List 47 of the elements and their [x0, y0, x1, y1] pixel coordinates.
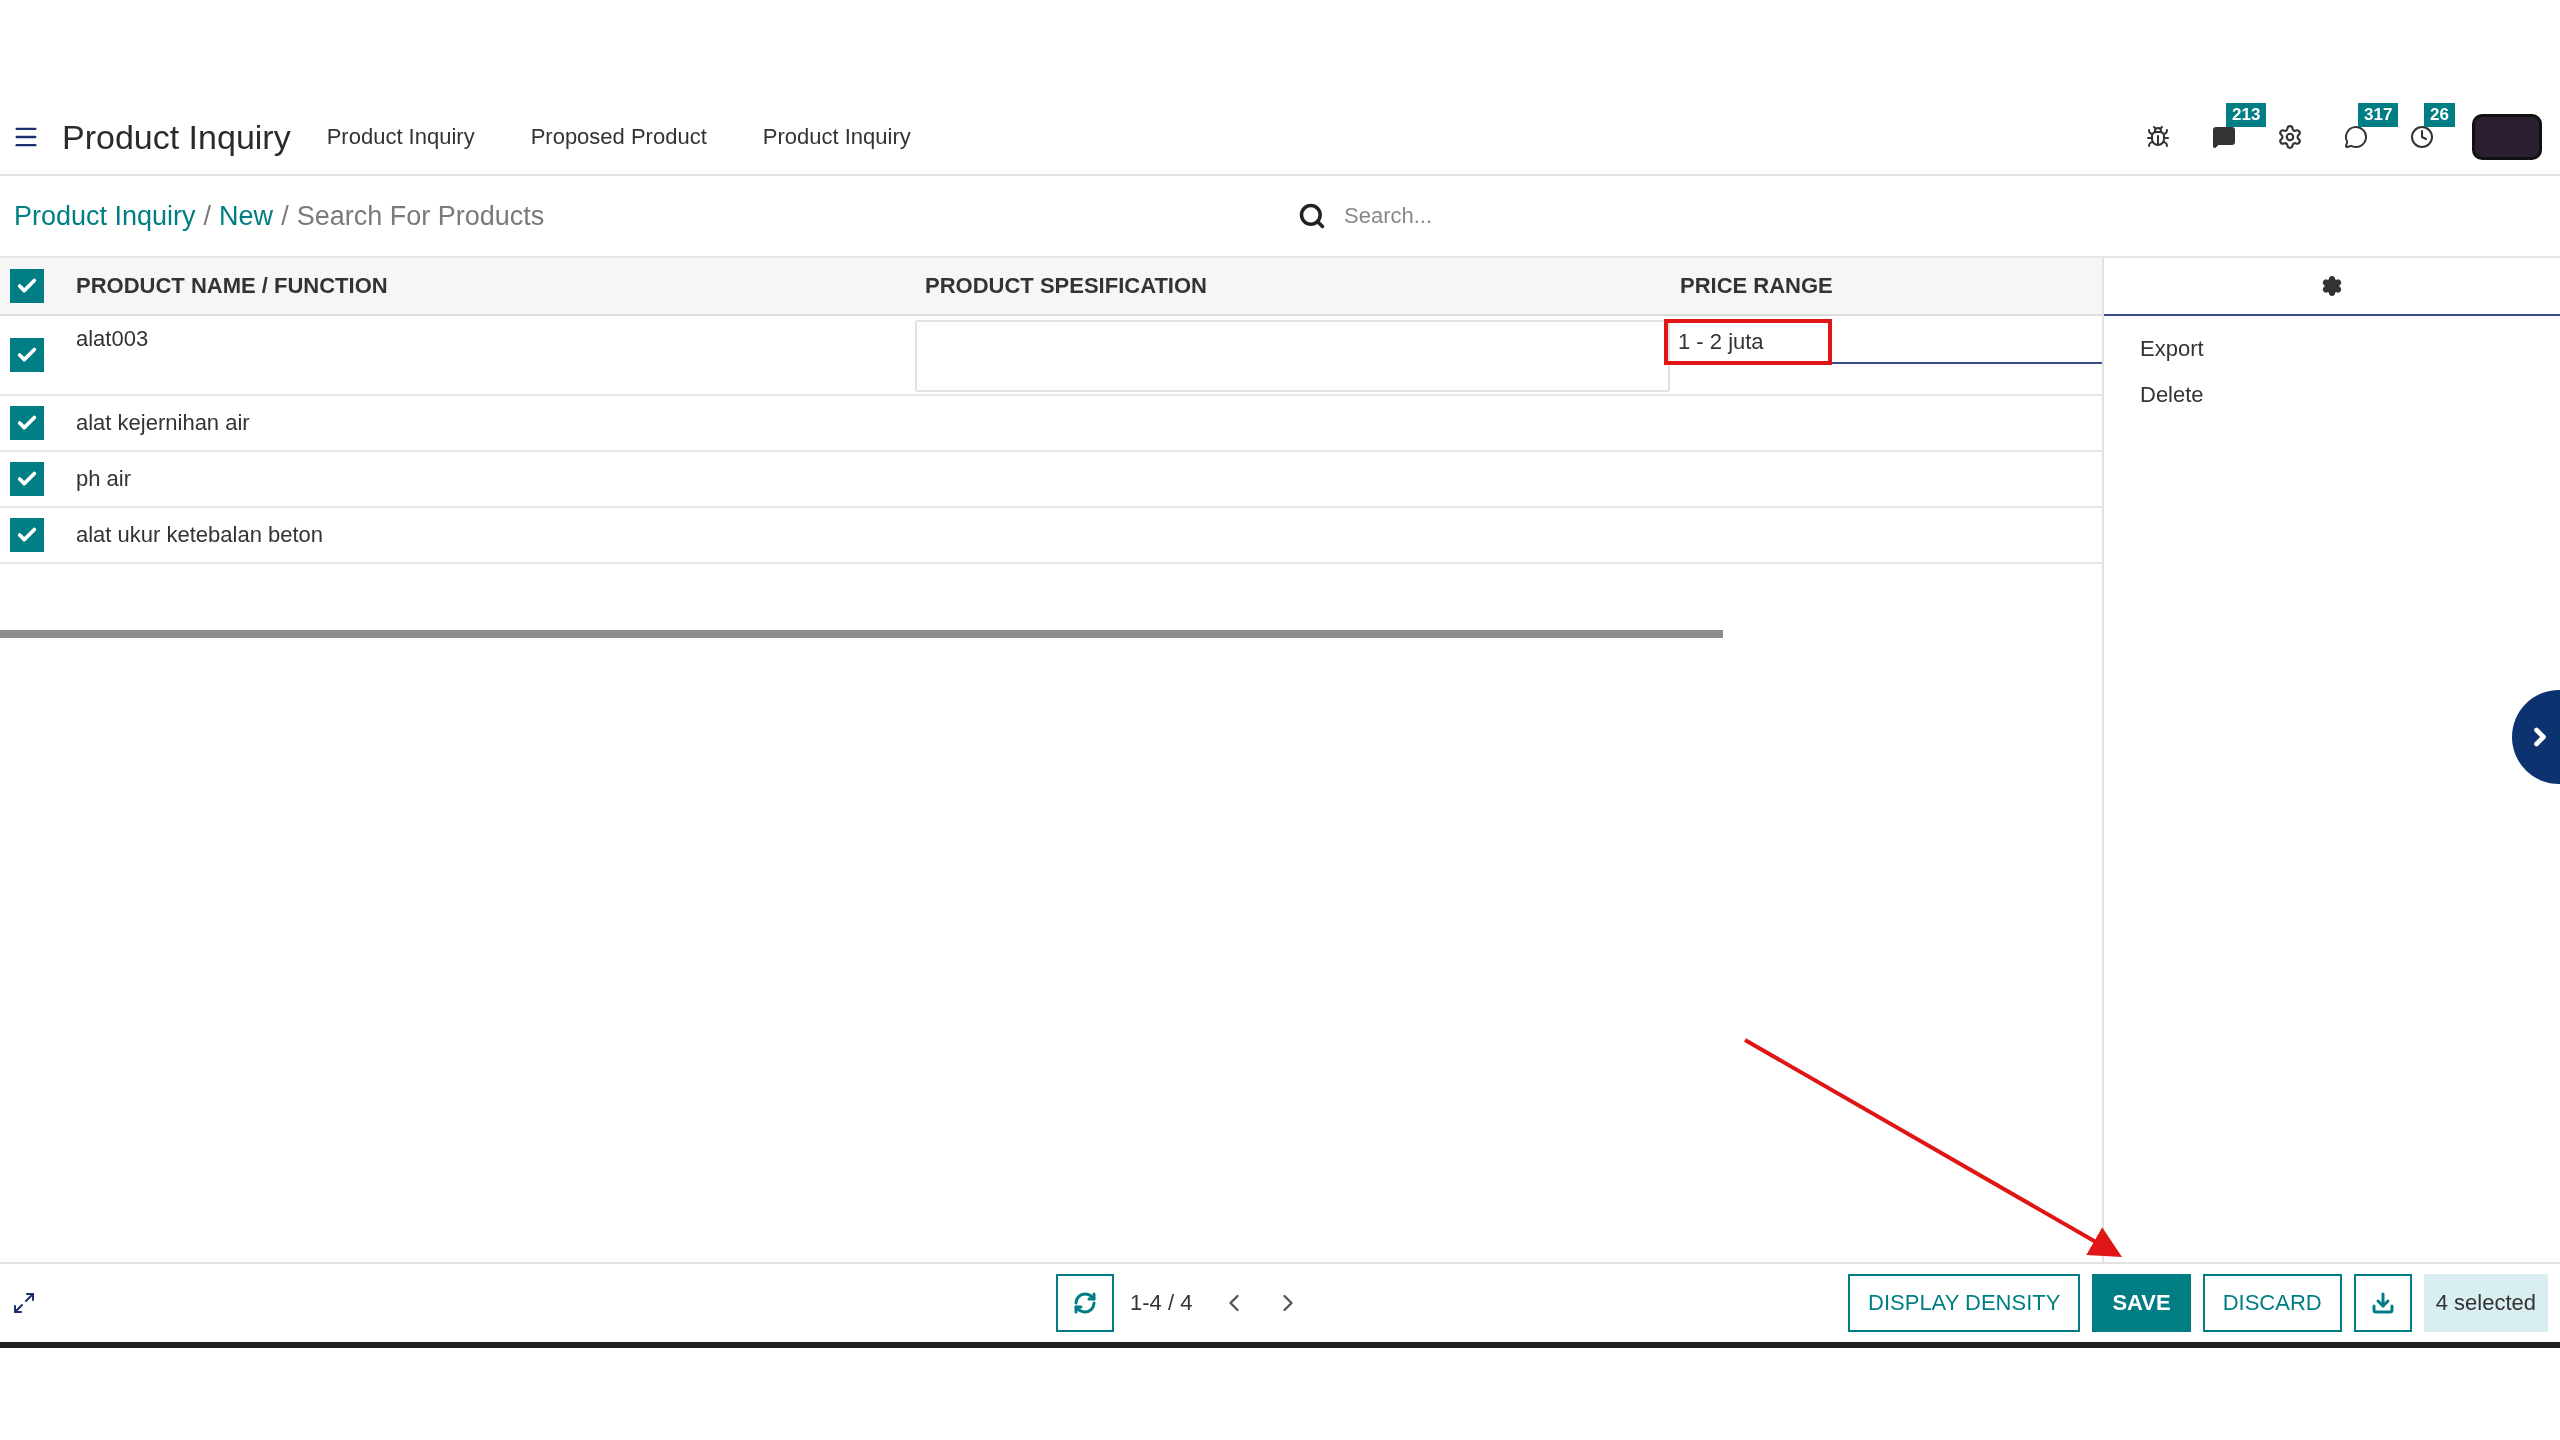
settings-icon[interactable]	[2321, 275, 2343, 297]
column-header[interactable]: PRICE RANGE	[1680, 273, 1833, 299]
horizontal-scrollbar[interactable]	[0, 630, 1723, 638]
column-header[interactable]: PRODUCT SPESIFICATION	[925, 273, 1207, 299]
chat-bubble-icon[interactable]	[2344, 125, 2368, 149]
avatar-photo-placeholder[interactable]	[2472, 114, 2542, 160]
row-checkbox[interactable]	[10, 518, 44, 552]
specification-field[interactable]	[915, 320, 1670, 392]
app-title: Product Inquiry	[62, 117, 291, 157]
footer-button[interactable]: DISCARD	[2202, 1274, 2342, 1332]
product-name-cell: alat ukur ketebalan beton	[76, 522, 324, 548]
breadcrumb-separator: /	[203, 200, 212, 232]
product-name-cell: alat003	[76, 326, 149, 352]
refresh-button[interactable]	[1056, 1274, 1114, 1332]
breadcrumb-link[interactable]: Product Inquiry	[14, 200, 196, 232]
breadcrumb-link[interactable]: New	[219, 200, 274, 232]
breadcrumb-current: Search For Products	[296, 200, 545, 232]
footer-button[interactable]: DISPLAY DENSITY	[1848, 1274, 2081, 1332]
save-button[interactable]: SAVE	[2092, 1274, 2191, 1332]
select-all-checkbox[interactable]	[10, 269, 44, 303]
count-badge: 317	[2358, 103, 2399, 127]
bug-icon[interactable]	[2146, 125, 2170, 149]
settings-icon[interactable]	[2277, 124, 2303, 150]
search-icon	[1298, 202, 1326, 230]
count-badge: 26	[2424, 103, 2455, 127]
chat-icon[interactable]	[2212, 125, 2236, 149]
pager-value: 1-4 / 4	[1130, 1290, 1193, 1316]
expand-icon[interactable]	[12, 1291, 36, 1315]
nav-menu-item[interactable]: Proposed Product	[530, 124, 707, 150]
count-badge: 213	[2226, 103, 2267, 127]
row-checkbox[interactable]	[10, 406, 44, 440]
nav-menu-item[interactable]: Product Inquiry	[326, 124, 475, 150]
download-button[interactable]	[2353, 1274, 2412, 1332]
column-header[interactable]: PRODUCT NAME / FUNCTION	[76, 273, 388, 299]
row-checkbox[interactable]	[10, 462, 44, 496]
refresh-icon	[1073, 1291, 1097, 1315]
download-icon	[2370, 1291, 2395, 1315]
product-name-cell: alat kejernihan air	[76, 410, 250, 436]
action-menu-item[interactable]: Delete	[2140, 382, 2560, 408]
breadcrumb-separator: /	[281, 200, 289, 232]
clock-icon[interactable]	[2410, 125, 2434, 149]
selection-count: 4 selected	[2423, 1274, 2548, 1332]
price-range-field[interactable]: 1 - 2 juta	[1670, 322, 2102, 364]
row-checkbox[interactable]	[10, 338, 44, 372]
product-name-cell: ph air	[76, 466, 132, 492]
action-menu-item[interactable]: Export	[2140, 336, 2560, 362]
nav-menu-item[interactable]: Product Inquiry	[762, 124, 911, 150]
